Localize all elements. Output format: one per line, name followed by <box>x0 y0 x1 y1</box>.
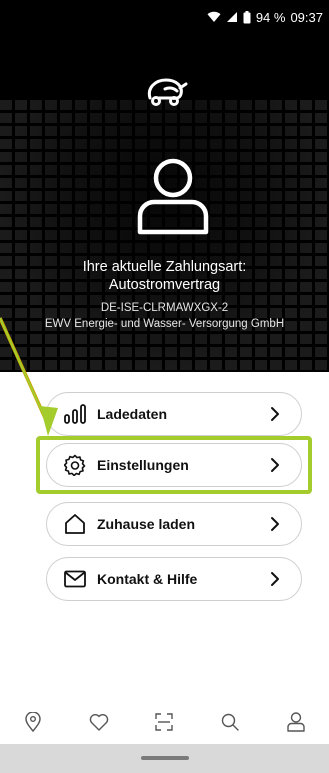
payment-method-value: Autostromvertrag <box>108 277 221 293</box>
menu-item-label: Zuhause laden <box>97 516 196 532</box>
battery-level: 94 % <box>255 9 286 25</box>
chevron-right-icon <box>271 407 279 421</box>
map-pin-icon[interactable] <box>21 710 45 734</box>
car-plug-logo <box>147 78 188 106</box>
payment-method-label: Ihre aktuelle Zahlungsart: <box>82 259 247 275</box>
system-navigation-bar <box>0 744 329 773</box>
menu-item-zuhause-laden[interactable]: Zuhause laden <box>46 502 302 546</box>
menu-item-label: Kontakt & Hilfe <box>97 571 198 587</box>
chevron-right-icon <box>271 572 279 586</box>
annotation-highlight-box <box>36 436 312 494</box>
menu-item-ladedaten[interactable]: Ladedaten <box>46 392 302 436</box>
home-icon <box>63 512 87 536</box>
home-gesture-handle[interactable] <box>141 756 189 760</box>
bar-chart-icon <box>63 402 87 426</box>
cell-signal-icon <box>226 12 237 22</box>
menu-item-kontakt-hilfe[interactable]: Kontakt & Hilfe <box>46 557 302 601</box>
chevron-right-icon <box>271 517 279 531</box>
contract-id: DE-ISE-CLRMAWXGX-2 <box>100 302 229 314</box>
status-bar: 94 % 09:37 <box>207 7 323 27</box>
mail-icon <box>63 567 87 591</box>
battery-icon <box>243 10 251 23</box>
scan-icon[interactable] <box>152 710 176 734</box>
search-icon[interactable] <box>218 710 242 734</box>
wifi-icon <box>207 11 221 22</box>
menu-item-label: Ladedaten <box>97 406 168 422</box>
profile-icon[interactable] <box>284 710 308 734</box>
heart-icon[interactable] <box>87 710 111 734</box>
user-outline-icon <box>137 158 209 235</box>
provider-name: EWV Energie- und Wasser- Versorgung GmbH <box>44 318 285 330</box>
profile-header: 94 % 09:37 Ihre aktuelle Zahlungsart: Au… <box>0 0 329 372</box>
bottom-navigation <box>0 700 329 744</box>
clock: 09:37 <box>290 9 323 25</box>
